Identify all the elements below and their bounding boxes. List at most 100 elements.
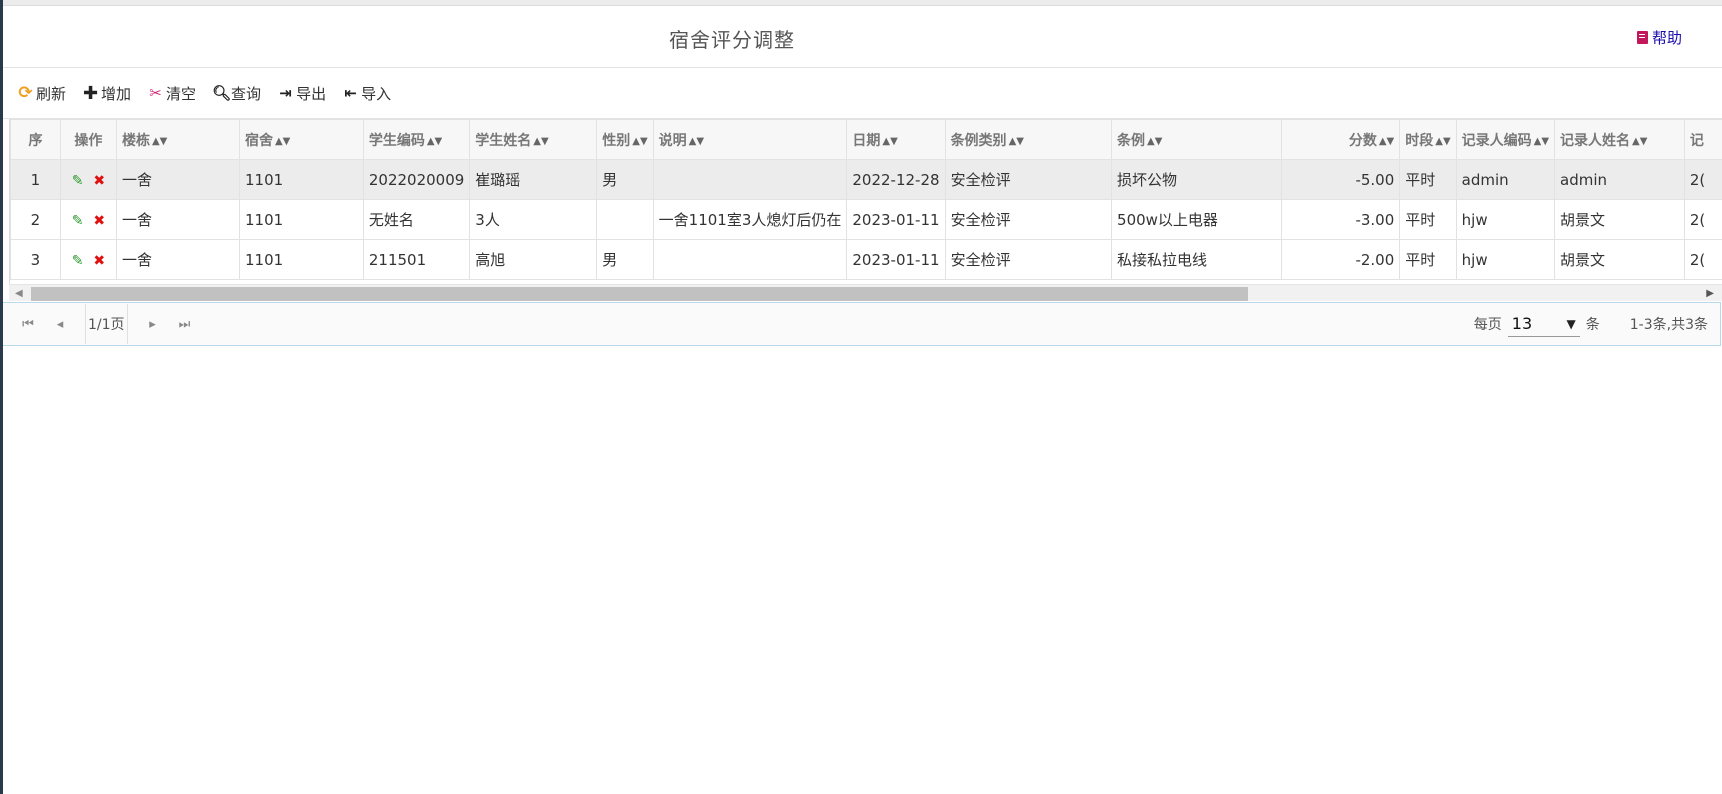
cell-recorder-name: 胡景文: [1554, 239, 1685, 280]
col-recorder-name-header[interactable]: 记录人姓名 ▲▼: [1554, 119, 1685, 160]
cell-student-code: 2022020009: [362, 159, 471, 200]
cell-seq: 3: [10, 239, 61, 280]
edit-icon[interactable]: ✎: [72, 213, 84, 229]
add-button[interactable]: ✚ 增加: [82, 83, 131, 104]
import-button[interactable]: ⇤ 导入: [342, 83, 391, 104]
scroll-left-icon[interactable]: ◀: [15, 288, 23, 299]
first-page-icon[interactable]: ⏮: [21, 317, 35, 332]
cell-rule-category: 安全检评: [944, 239, 1113, 280]
page-size-value: 13: [1511, 314, 1533, 333]
refresh-label: 刷新: [36, 84, 67, 103]
scrollbar-thumb[interactable]: [31, 287, 1248, 301]
col-dorm-header[interactable]: 宿舍 ▲▼: [238, 119, 364, 160]
total-records: 1-3条,共3条: [1629, 317, 1708, 333]
cell-dorm: 1101: [238, 159, 364, 200]
horizontal-scrollbar[interactable]: ◀ ▶: [9, 284, 1722, 301]
col-period-header[interactable]: 时段 ▲▼: [1399, 119, 1457, 160]
cell-student-name: 崔璐瑶: [469, 159, 598, 200]
col-date-header[interactable]: 日期 ▲▼: [846, 119, 946, 160]
col-rule-label: 条例: [1117, 132, 1146, 149]
add-label: 增加: [101, 84, 132, 103]
cell-gender: [596, 199, 654, 240]
page-size-select[interactable]: 13 ▼: [1507, 311, 1580, 337]
help-label: 帮助: [1652, 29, 1683, 47]
col-student-code-label: 学生编码: [368, 132, 425, 149]
cell-rule-category: 安全检评: [944, 199, 1113, 240]
prev-page-icon[interactable]: ◂: [53, 317, 67, 332]
col-score-header[interactable]: 分数 ▲▼: [1281, 119, 1401, 160]
col-ops-header: 操作: [59, 119, 117, 160]
cell-record-time: 2(: [1683, 239, 1722, 280]
cell-gender: 男: [596, 159, 654, 200]
sort-icon: ▲▼: [1435, 135, 1451, 147]
table-row[interactable]: 1 ✎ ✖ 一舍 1101 2022020009 崔璐瑶 男 2022-12-28…: [10, 159, 1722, 200]
cell-recorder-code: hjw: [1455, 239, 1556, 280]
chevron-down-icon: ▼: [1566, 316, 1576, 331]
delete-icon[interactable]: ✖: [93, 213, 105, 229]
col-record-time-header[interactable]: 记: [1683, 119, 1722, 160]
edit-icon[interactable]: ✎: [72, 173, 84, 189]
edit-icon[interactable]: ✎: [72, 253, 84, 269]
help-link[interactable]: 帮助: [1637, 27, 1682, 48]
delete-icon[interactable]: ✖: [93, 253, 105, 269]
search-icon: 🔍︎: [212, 84, 232, 102]
col-gender-header[interactable]: 性别 ▲▼: [596, 119, 654, 160]
cell-dorm: 1101: [238, 239, 364, 280]
clear-button[interactable]: ✂ 清空: [147, 83, 196, 104]
delete-icon[interactable]: ✖: [93, 173, 105, 189]
import-label: 导入: [361, 84, 392, 103]
cell-date: 2023-01-11: [846, 239, 946, 280]
col-recorder-code-label: 记录人编码: [1461, 132, 1532, 149]
col-desc-label: 说明: [658, 132, 687, 149]
cell-date: 2022-12-28: [846, 159, 946, 200]
col-gender-label: 性别: [602, 132, 631, 149]
cell-recorder-code: admin: [1455, 159, 1556, 200]
cell-ops: ✎ ✖: [59, 199, 117, 240]
cell-recorder-name: 胡景文: [1554, 199, 1685, 240]
last-page-icon[interactable]: ⏭: [178, 317, 192, 332]
col-student-code-header[interactable]: 学生编码 ▲▼: [362, 119, 471, 160]
export-button[interactable]: ⇥ 导出: [277, 83, 326, 104]
scroll-right-icon[interactable]: ▶: [1706, 288, 1714, 299]
next-page-icon[interactable]: ▸: [146, 317, 160, 332]
window-left-border: [0, 0, 3, 794]
import-icon: ⇤: [344, 84, 357, 102]
cell-recorder-code: hjw: [1455, 199, 1556, 240]
query-button[interactable]: 🔍︎ 查询: [212, 83, 261, 104]
cell-student-code: 无姓名: [362, 199, 471, 240]
cell-score: -5.00: [1281, 159, 1401, 200]
cell-desc: [652, 239, 848, 280]
clear-label: 清空: [166, 84, 197, 103]
export-icon: ⇥: [279, 84, 292, 102]
cell-ops: ✎ ✖: [59, 239, 117, 280]
col-rule-category-label: 条例类别: [950, 132, 1007, 149]
col-rule-category-header[interactable]: 条例类别 ▲▼: [944, 119, 1113, 160]
cell-rule-category: 安全检评: [944, 159, 1113, 200]
unit-label: 条: [1585, 317, 1600, 333]
cell-rule: 500w以上电器: [1111, 199, 1283, 240]
col-period-label: 时段: [1405, 132, 1434, 149]
cell-ops: ✎ ✖: [59, 159, 117, 200]
col-student-name-header[interactable]: 学生姓名 ▲▼: [469, 119, 598, 160]
cell-rule: 私接私拉电线: [1111, 239, 1283, 280]
export-label: 导出: [296, 84, 327, 103]
cell-building: 一舍: [115, 159, 240, 200]
sort-icon: ▲▼: [274, 135, 291, 147]
col-dorm-label: 宿舍: [244, 132, 273, 149]
cell-student-code: 211501: [362, 239, 471, 280]
sort-icon: ▲▼: [882, 135, 898, 147]
table-row[interactable]: 2 ✎ ✖ 一舍 1101 无姓名 3人 一舍1101室3人熄灯后仍在 2023-…: [10, 199, 1722, 240]
col-rule-header[interactable]: 条例 ▲▼: [1111, 119, 1283, 160]
pager-right: 每页 13 ▼ 条 1-3条,共3条: [1474, 303, 1708, 345]
col-desc-header[interactable]: 说明 ▲▼: [652, 119, 848, 160]
table-row[interactable]: 3 ✎ ✖ 一舍 1101 211501 高旭 男 2023-01-11 安全检评…: [10, 239, 1722, 280]
refresh-button[interactable]: ⟳ 刷新: [17, 83, 66, 104]
col-recorder-code-header[interactable]: 记录人编码 ▲▼: [1455, 119, 1556, 160]
col-building-header[interactable]: 楼栋 ▲▼: [115, 119, 240, 160]
sort-icon: ▲▼: [1008, 135, 1024, 147]
col-recorder-name-label: 记录人姓名: [1560, 132, 1631, 149]
cell-dorm: 1101: [238, 199, 364, 240]
sort-icon: ▲▼: [1147, 135, 1163, 147]
cell-recorder-name: admin: [1554, 159, 1685, 200]
data-table: 序 操作 楼栋 ▲▼ 宿舍 ▲▼ 学生编码 ▲▼ 学生姓名 ▲▼ 性别 ▲▼ 说明 ▲▼ 日…: [10, 119, 1722, 280]
